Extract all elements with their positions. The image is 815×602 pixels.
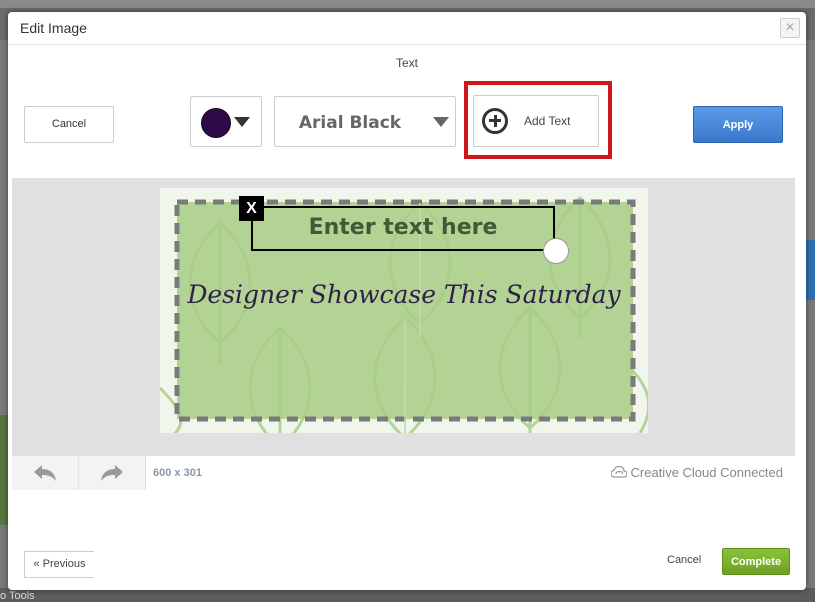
cancel-button[interactable]: Cancel: [24, 106, 114, 143]
apply-button[interactable]: Apply: [693, 106, 783, 143]
background-green-block: [0, 415, 8, 525]
creative-cloud-icon: [610, 466, 627, 478]
edited-image: Enter text here X Designer Showcase This…: [160, 188, 648, 433]
image-canvas: Enter text here X Designer Showcase This…: [12, 178, 795, 456]
background-right-panel: [805, 40, 815, 600]
font-select-value: Arial Black: [298, 113, 402, 133]
chevron-down-icon: [433, 117, 449, 127]
color-picker[interactable]: [190, 96, 262, 147]
resize-handle[interactable]: [543, 238, 569, 264]
chevron-down-icon: [234, 117, 250, 127]
previous-button[interactable]: « Previous: [24, 551, 94, 578]
add-text-label: Add Text: [524, 114, 571, 128]
canvas-toolbar: 600 x 301 Creative Cloud Connected: [12, 456, 795, 490]
text-overlay-box[interactable]: Enter text here: [251, 206, 555, 251]
remove-text-button[interactable]: X: [239, 196, 264, 221]
background-header: [0, 0, 815, 8]
image-caption-text: Designer Showcase This Saturday: [187, 280, 621, 309]
add-circle-icon: [482, 108, 508, 134]
font-select[interactable]: Arial Black: [274, 96, 456, 147]
undo-button[interactable]: [12, 456, 79, 490]
creative-cloud-status: Creative Cloud Connected: [610, 465, 783, 480]
close-button[interactable]: ✕: [780, 18, 800, 38]
undo-icon: [34, 465, 56, 481]
dialog-header: Edit Image ✕: [8, 12, 806, 45]
add-text-button[interactable]: Add Text: [473, 95, 599, 147]
footer-cancel-link[interactable]: Cancel: [667, 554, 701, 566]
redo-icon: [101, 465, 123, 481]
background-footer-text: o Tools: [0, 590, 35, 602]
background-footer: o Tools: [0, 588, 815, 602]
background-blue-block: [805, 240, 815, 300]
color-swatch: [201, 108, 231, 138]
edit-image-dialog: Edit Image ✕ Text Cancel Arial Black Add…: [8, 12, 806, 590]
creative-cloud-label: Creative Cloud Connected: [630, 465, 783, 480]
mode-label: Text: [395, 56, 418, 70]
image-dimensions: 600 x 301: [153, 467, 202, 479]
redo-button[interactable]: [79, 456, 146, 490]
dialog-title: Edit Image: [20, 20, 87, 36]
text-overlay-input[interactable]: Enter text here: [253, 215, 553, 240]
complete-button[interactable]: Complete: [722, 548, 790, 575]
